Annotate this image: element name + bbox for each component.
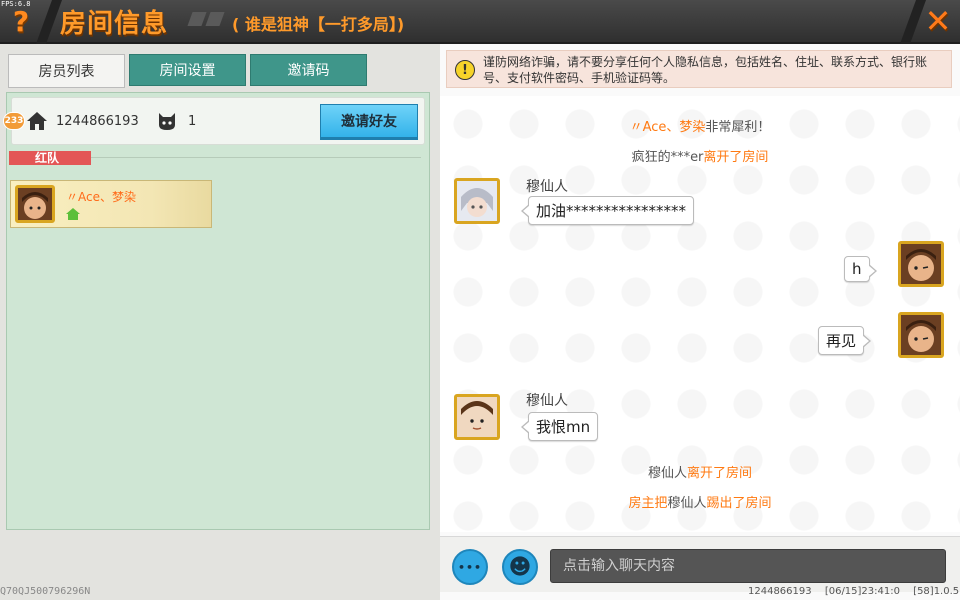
- footer-room-id: 1244866193: [748, 586, 812, 597]
- header-divider: [35, 0, 63, 44]
- footer-datetime: [06/15]23:41:0: [824, 586, 900, 597]
- warning-icon: !: [455, 60, 475, 80]
- tab-invite-code[interactable]: 邀请码: [250, 54, 367, 86]
- team-label-red: 红队: [9, 151, 91, 165]
- tab-room-settings[interactable]: 房间设置: [129, 54, 246, 86]
- tab-bar: 房员列表 房间设置 邀请码: [8, 54, 367, 88]
- system-message-player: 穆仙人: [647, 466, 687, 481]
- system-message: 房主把穆仙人踢出了房间: [440, 492, 960, 511]
- close-button[interactable]: ✕: [920, 2, 956, 40]
- page-title: 房间信息: [60, 9, 169, 39]
- invite-friend-button[interactable]: 邀请好友: [320, 104, 418, 140]
- chat-bubble: 我恨mn: [520, 412, 599, 441]
- room-name-subtitle: ( 谁是狙神【一打多局】): [232, 15, 405, 34]
- chat-bubble: 再见: [818, 326, 872, 355]
- chat-message-list[interactable]: 〃Ace、梦染非常犀利！ 疯狂的***er离开了房间 穆仙人 加油*******…: [440, 96, 960, 532]
- room-info-row: 1244866193 1 邀请好友: [11, 97, 425, 145]
- member-list-panel: 1244866193 1 邀请好友 红队 〃Ace、梦染: [6, 92, 430, 530]
- sender-name: 穆仙人: [526, 179, 568, 195]
- chat-bubble: h: [844, 256, 876, 282]
- header-bar: FPS:6.8 ? 房间信息 ( 谁是狙神【一打多局】) ✕: [0, 0, 960, 44]
- player-count-icon: [159, 113, 175, 130]
- self-avatar[interactable]: [898, 241, 944, 287]
- status-footer: 1244866193 [06/15]23:41:0 [58]1.0.5: [748, 586, 960, 597]
- sender-avatar[interactable]: [454, 394, 500, 440]
- system-message-text: 房主把: [628, 496, 668, 511]
- system-message-text: 踢出了房间: [706, 496, 772, 511]
- system-message-player: 穆仙人: [667, 496, 707, 511]
- system-message-player: 疯狂的***er: [631, 150, 704, 165]
- warning-text: 谨防网络诈骗，请不要分享任何个人隐私信息，包括姓名、住址、联系方式、银行账号、支…: [483, 55, 928, 85]
- system-message: 穆仙人离开了房间: [440, 462, 960, 481]
- chat-input-bar: ••• ☻: [440, 536, 960, 592]
- room-id: 1244866193: [56, 114, 139, 129]
- system-message-text: 离开了房间: [687, 466, 753, 481]
- sender-name: 穆仙人: [526, 393, 568, 409]
- device-id-text: Q70QJ500796296N: [0, 586, 91, 597]
- system-message-text: 非常犀利！: [705, 120, 771, 135]
- member-avatar: [15, 185, 55, 223]
- system-message-player: 〃Ace、梦染: [629, 120, 706, 135]
- title-decoration: [187, 12, 225, 26]
- member-name: 〃Ace、梦染: [66, 190, 136, 204]
- chat-input[interactable]: [550, 549, 946, 583]
- emoji-button[interactable]: ☻: [502, 549, 538, 585]
- tab-badge: 233: [3, 112, 25, 130]
- member-card[interactable]: 〃Ace、梦染: [10, 180, 212, 228]
- system-message-text: 离开了房间: [703, 150, 769, 165]
- sender-avatar[interactable]: [454, 178, 500, 224]
- help-button[interactable]: ?: [4, 4, 38, 38]
- host-house-icon: [66, 208, 80, 220]
- left-panel: 房员列表 房间设置 邀请码 1244866193 1 邀请好友 红队 〃Ace、…: [0, 44, 438, 600]
- more-options-button[interactable]: •••: [452, 549, 488, 585]
- chat-bubble: 加油****************: [520, 196, 695, 225]
- system-message: 〃Ace、梦染非常犀利！: [440, 116, 960, 135]
- footer-version: [58]1.0.5: [913, 586, 960, 597]
- team-divider: [91, 157, 421, 158]
- tab-member-list[interactable]: 房员列表: [8, 54, 125, 88]
- chat-panel: ! 谨防网络诈骗，请不要分享任何个人隐私信息，包括姓名、住址、联系方式、银行账号…: [440, 44, 960, 600]
- self-avatar[interactable]: [898, 312, 944, 358]
- system-message: 疯狂的***er离开了房间: [440, 146, 960, 165]
- fraud-warning-banner: ! 谨防网络诈骗，请不要分享任何个人隐私信息，包括姓名、住址、联系方式、银行账号…: [446, 50, 952, 88]
- home-icon: [27, 112, 47, 130]
- player-count: 1: [188, 114, 197, 129]
